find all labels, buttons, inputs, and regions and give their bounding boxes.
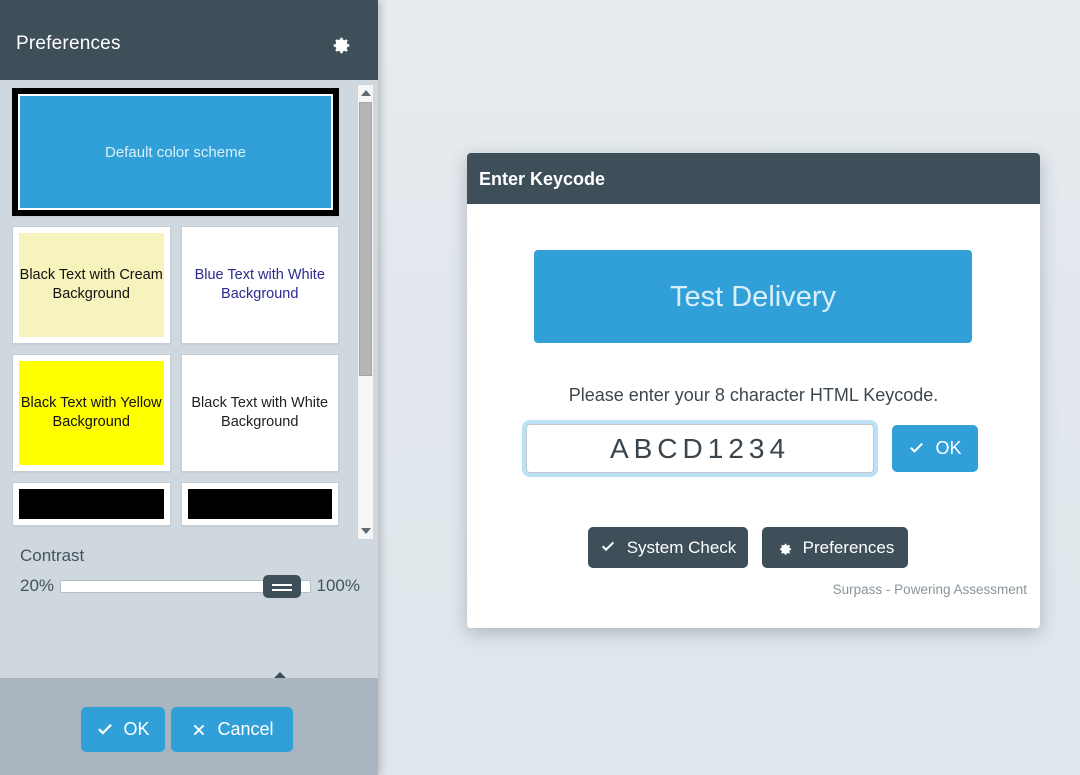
color-scheme-scrollbar[interactable]	[357, 84, 374, 540]
color-scheme-row: Black Text with Cream Background Blue Te…	[12, 226, 355, 344]
system-check-label: System Check	[626, 537, 737, 557]
system-check-button[interactable]: System Check	[588, 527, 748, 568]
test-delivery-banner: Test Delivery	[534, 250, 972, 343]
preferences-panel-body: Default color scheme Black Text with Cre…	[0, 80, 378, 713]
color-scheme-option-default[interactable]: Default color scheme	[12, 88, 339, 216]
preferences-cancel-label: Cancel	[217, 719, 274, 739]
preferences-ok-label: OK	[123, 719, 150, 739]
gear-icon[interactable]	[328, 31, 352, 55]
keycode-dialog-body: Test Delivery Please enter your 8 charac…	[467, 204, 1040, 628]
color-scheme-row	[12, 482, 355, 526]
color-scheme-option-cream[interactable]: Black Text with Cream Background	[12, 226, 171, 344]
color-scheme-option-dark-a[interactable]	[12, 482, 171, 526]
check-icon	[96, 721, 114, 739]
color-scheme-option-black-on-white[interactable]: Black Text with White Background	[180, 354, 339, 472]
scrollbar-thumb[interactable]	[359, 102, 372, 376]
dialog-preferences-label: Preferences	[802, 537, 895, 557]
preferences-ok-button[interactable]: OK	[81, 707, 165, 752]
preferences-cancel-button[interactable]: Cancel	[171, 707, 293, 752]
color-scheme-list[interactable]: Default color scheme Black Text with Cre…	[12, 88, 355, 543]
dialog-action-row: System Check Preferences	[588, 527, 908, 568]
color-scheme-label	[187, 489, 332, 519]
preferences-panel-header: Preferences	[0, 0, 378, 80]
preferences-panel: Preferences Default color scheme Black T…	[0, 0, 378, 775]
color-scheme-label: Black Text with Cream Background	[19, 233, 164, 337]
chevron-down-icon[interactable]	[358, 523, 373, 539]
keycode-dialog-title: Enter Keycode	[479, 169, 606, 189]
dialog-footer-text: Surpass - Powering Assessment	[832, 582, 1027, 597]
color-scheme-label: Black Text with Yellow Background	[19, 361, 164, 465]
contrast-label: Contrast	[20, 546, 85, 565]
keycode-dialog-header: Enter Keycode	[467, 153, 1040, 204]
contrast-slider-row: 20% 100%	[20, 575, 360, 598]
keycode-ok-button[interactable]: OK	[892, 425, 978, 472]
keycode-input[interactable]	[526, 424, 874, 473]
check-icon	[600, 539, 618, 557]
keycode-dialog: Enter Keycode Test Delivery Please enter…	[467, 153, 1040, 628]
contrast-max-label: 100%	[316, 576, 360, 595]
color-scheme-option-dark-b[interactable]	[180, 482, 339, 526]
preferences-panel-title: Preferences	[16, 33, 121, 54]
color-scheme-option-yellow[interactable]: Black Text with Yellow Background	[12, 354, 171, 472]
contrast-section: Contrast 20% 100%	[20, 545, 360, 598]
color-scheme-label: Default color scheme	[20, 96, 331, 208]
gear-icon	[776, 539, 794, 557]
color-scheme-row: Black Text with Yellow Background Black …	[12, 354, 355, 472]
contrast-min-label: 20%	[20, 576, 55, 595]
chevron-up-icon[interactable]	[358, 85, 373, 101]
keycode-input-row: OK	[526, 424, 978, 473]
dialog-preferences-button[interactable]: Preferences	[762, 527, 908, 568]
color-scheme-label: Blue Text with White Background	[187, 233, 332, 337]
contrast-slider-thumb[interactable]	[263, 575, 302, 598]
contrast-slider[interactable]	[60, 575, 311, 598]
test-delivery-label: Test Delivery	[670, 280, 836, 313]
color-scheme-option-blue-on-white[interactable]: Blue Text with White Background	[180, 226, 339, 344]
keycode-ok-label: OK	[935, 438, 962, 458]
check-icon	[908, 440, 926, 458]
cross-icon	[190, 721, 208, 739]
color-scheme-label	[19, 489, 164, 519]
keycode-instruction-text: Please enter your 8 character HTML Keyco…	[568, 385, 939, 405]
color-scheme-label: Black Text with White Background	[187, 361, 332, 465]
color-scheme-row: Default color scheme	[12, 88, 355, 216]
